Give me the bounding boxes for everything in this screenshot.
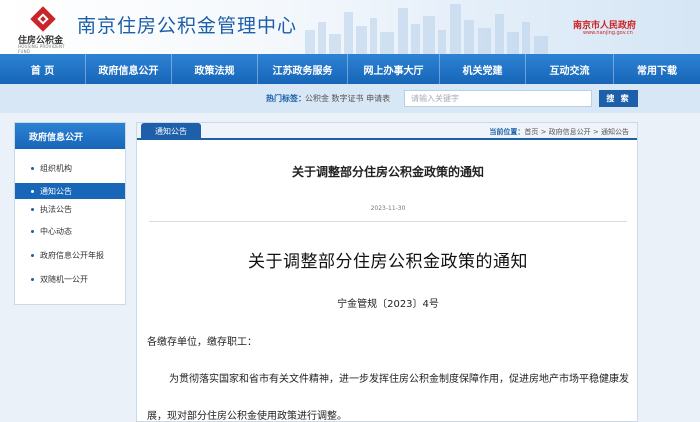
breadcrumb-path[interactable]: 首页 > 政府信息公开 > 通知公告 (524, 128, 629, 136)
sidebar-item-organization[interactable]: 组织机构 (15, 160, 125, 176)
bullet-icon (31, 189, 34, 193)
breadcrumb: 当前位置：首页 > 政府信息公开 > 通知公告 (489, 127, 629, 137)
bullet-icon (31, 277, 34, 281)
article-date: 2023-11-30 (370, 205, 406, 212)
city-skyline-decoration (305, 4, 548, 54)
search-bar: 热门标签： 公积金 数字证书 申请表 搜 索 (0, 84, 700, 113)
article-heading: 关于调整部分住房公积金政策的通知 (291, 165, 484, 179)
nav-item-downloads[interactable]: 常用下载 (614, 54, 700, 84)
sidebar-item-news[interactable]: 中心动态 (15, 223, 125, 239)
bullet-icon (31, 229, 34, 233)
site-logo[interactable]: 住房公积金 HOUSING PROVIDENT FUND (18, 6, 70, 54)
sidebar-item-label: 双随机一公开 (40, 274, 88, 284)
site-title: 南京住房公积金管理中心 (77, 15, 298, 37)
sidebar-item-enforcement[interactable]: 执法公告 (15, 201, 125, 217)
document-number: 宁金管规〔2023〕4号 (337, 299, 439, 310)
search-input[interactable] (404, 90, 592, 107)
sidebar-item-label: 中心动态 (40, 226, 72, 236)
sidebar-title: 政府信息公开 (15, 123, 125, 149)
nav-item-online-hall[interactable]: 网上办事大厅 (348, 54, 440, 84)
tab-notices[interactable]: 通知公告 (141, 123, 201, 140)
bullet-icon (31, 207, 34, 211)
logo-subtext: HOUSING PROVIDENT FUND (18, 44, 65, 54)
sidebar-item-label: 通知公告 (40, 186, 72, 196)
nav-item-policy[interactable]: 政策法规 (172, 54, 258, 84)
hot-tags-label: 热门标签： (266, 94, 306, 103)
hot-tags[interactable]: 公积金 数字证书 申请表 (305, 93, 390, 104)
nav-item-gov-info[interactable]: 政府信息公开 (86, 54, 172, 84)
nav-item-home[interactable]: 首 页 (0, 54, 86, 84)
nav-item-party[interactable]: 机关党建 (440, 54, 526, 84)
sidebar-item-label: 政府信息公开年报 (40, 250, 104, 260)
search-button[interactable]: 搜 索 (599, 90, 638, 107)
bullet-icon (31, 253, 34, 257)
sidebar-item-notices[interactable]: 通知公告 (15, 183, 125, 199)
main-nav: 首 页 政府信息公开 政策法规 江苏政务服务 网上办事大厅 机关党建 互动交流 … (0, 54, 700, 84)
sidebar-item-random-inspection[interactable]: 双随机一公开 (15, 271, 125, 287)
divider (149, 221, 627, 222)
sidebar: 政府信息公开 组织机构 通知公告 执法公告 中心动态 政府信息公开年报 双随机一… (14, 122, 126, 305)
main-content: 通知公告 当前位置：首页 > 政府信息公开 > 通知公告 关于调整部分住房公积金… (136, 122, 638, 422)
document-salutation: 各缴存单位，缴存职工： (147, 337, 257, 348)
content-tabbar: 通知公告 当前位置：首页 > 政府信息公开 > 通知公告 (137, 123, 637, 140)
house-logo-icon (30, 6, 56, 32)
breadcrumb-label: 当前位置： (489, 128, 525, 136)
nav-item-interaction[interactable]: 互动交流 (526, 54, 614, 84)
site-header: 住房公积金 HOUSING PROVIDENT FUND 南京住房公积金管理中心… (0, 0, 700, 54)
sidebar-item-label: 组织机构 (40, 163, 72, 173)
nanjing-gov-url[interactable]: www.nanjing.gov.cn (583, 30, 633, 36)
sidebar-item-label: 执法公告 (40, 204, 72, 214)
document-paragraph: 为贯彻落实国家和省市有关文件精神，进一步发挥住房公积金制度保障作用，促进房地产市… (147, 374, 629, 422)
sidebar-item-annual-report[interactable]: 政府信息公开年报 (15, 247, 125, 263)
document-title: 关于调整部分住房公积金政策的通知 (248, 252, 528, 272)
bullet-icon (31, 166, 34, 170)
nav-item-jiangsu-service[interactable]: 江苏政务服务 (258, 54, 348, 84)
